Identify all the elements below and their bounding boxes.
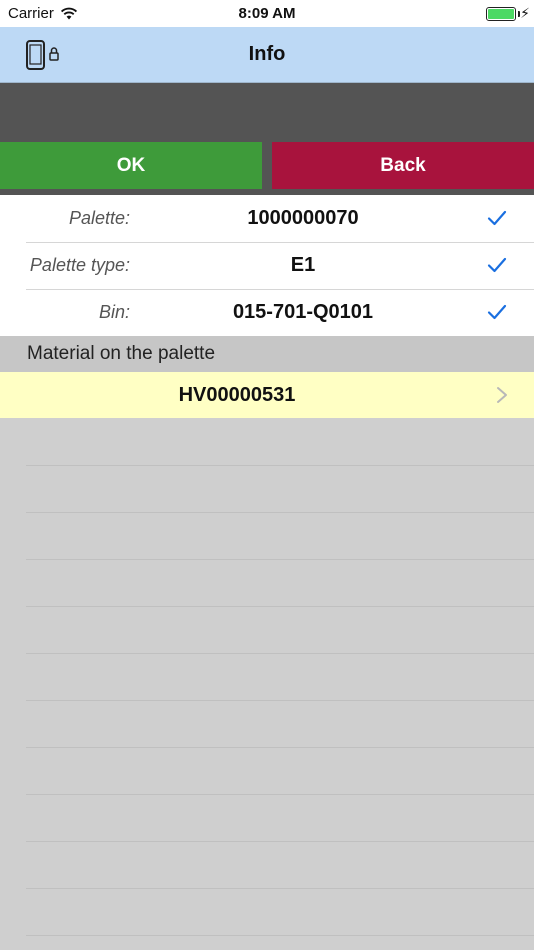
bin-value: 015-701-Q0101 [232, 301, 374, 323]
list-separator [26, 794, 534, 795]
list-separator [26, 559, 534, 560]
list-separator [26, 888, 534, 889]
palette-type-label: Palette type: [29, 255, 130, 275]
list-separator [26, 512, 534, 513]
ok-button[interactable]: OK [0, 142, 262, 189]
charging-bolt-icon: ⚡ [520, 5, 530, 21]
status-time: 8:09 AM [238, 5, 296, 22]
list-separator [26, 841, 534, 842]
palette-info-list: Palette: 1000000070 Palette type: E1 Bin… [0, 195, 534, 336]
back-button[interactable]: Back [272, 142, 534, 189]
checkmark-icon [487, 210, 507, 226]
material-section-header: Material on the palette [0, 336, 534, 372]
checkmark-icon [487, 304, 507, 320]
list-separator [26, 606, 534, 607]
list-separator [26, 653, 534, 654]
battery-icon [486, 7, 516, 21]
battery-fill [488, 9, 514, 19]
bin-row: Bin: 015-701-Q0101 [0, 289, 534, 336]
palette-value: 1000000070 [247, 207, 359, 229]
page-title: Info [248, 43, 286, 65]
material-section-title: Material on the palette [27, 343, 216, 364]
palette-type-value: E1 [290, 254, 316, 276]
palette-label: Palette: [68, 208, 130, 228]
bin-label: Bin: [98, 302, 130, 322]
chevron-right-icon [497, 387, 507, 403]
list-separator [26, 935, 534, 936]
navigation-bar: Info [0, 27, 534, 83]
empty-list-area [0, 418, 534, 950]
list-separator [26, 700, 534, 701]
material-list-item[interactable]: HV00000531 [0, 372, 534, 418]
material-number: HV00000531 [178, 383, 296, 406]
checkmark-icon [487, 257, 507, 273]
list-separator [26, 747, 534, 748]
list-separator [26, 465, 534, 466]
palette-row: Palette: 1000000070 [0, 195, 534, 242]
palette-type-row: Palette type: E1 [0, 242, 534, 289]
status-bar: Carrier 8:09 AM ⚡ [0, 0, 534, 27]
